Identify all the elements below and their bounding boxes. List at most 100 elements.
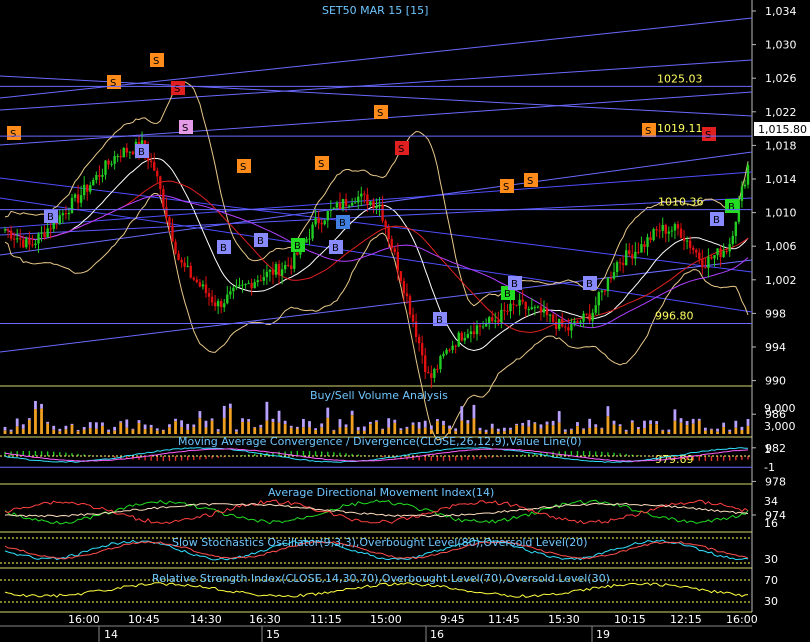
sell-signal: S bbox=[500, 179, 514, 193]
candle-body bbox=[95, 175, 98, 181]
candle-body bbox=[180, 259, 183, 263]
candle-body bbox=[609, 277, 613, 279]
candle-body bbox=[551, 314, 555, 322]
candle-body bbox=[624, 250, 628, 265]
volume-buy-bar bbox=[533, 423, 537, 434]
candle-body bbox=[433, 368, 436, 378]
price-tick-label: 998 bbox=[765, 307, 786, 320]
candle-body bbox=[314, 218, 317, 225]
volume-sell-bar bbox=[198, 411, 202, 419]
volume-buy-bar bbox=[295, 428, 299, 434]
volume-buy-bar bbox=[545, 424, 549, 434]
sell-signal: S bbox=[524, 173, 538, 187]
volume-buy-bar bbox=[302, 427, 305, 434]
date-tick: 19 bbox=[596, 628, 610, 641]
sell-signal: S bbox=[107, 75, 121, 89]
time-tick: 10:15 bbox=[614, 613, 646, 626]
volume-sell-bar bbox=[88, 422, 92, 429]
candle-body bbox=[350, 202, 354, 206]
volume-sell-bar bbox=[283, 420, 287, 425]
signal-letter: B bbox=[138, 147, 145, 158]
price-tick-label: 1,030 bbox=[765, 39, 797, 52]
last-price-tag: 1,015.80 bbox=[754, 122, 810, 136]
volume-buy-bar bbox=[88, 428, 92, 434]
candle-body bbox=[293, 252, 296, 269]
volume-sell-bar bbox=[338, 419, 342, 428]
volume-buy-bar bbox=[387, 427, 391, 434]
volume-sell-bar bbox=[222, 405, 226, 418]
volume-sell-bar bbox=[582, 428, 585, 430]
candle-body bbox=[159, 176, 162, 190]
volume-sell-bar bbox=[393, 419, 397, 423]
candle-body bbox=[472, 331, 476, 335]
volume-sell-bar bbox=[70, 423, 74, 426]
time-tick: 11:45 bbox=[488, 613, 520, 626]
volume-buy-bar bbox=[9, 431, 13, 434]
price-tick-label: 1,026 bbox=[765, 72, 797, 85]
volume-buy-bar bbox=[618, 426, 622, 434]
chart-stage[interactable]: 1,034 1,030 1,026 1,022 1,018 1,014 1,010 1,006… bbox=[0, 0, 810, 642]
volume-sell-bar bbox=[502, 427, 506, 432]
buy-signal: B bbox=[254, 233, 268, 247]
candle-body bbox=[533, 307, 537, 309]
candle-body bbox=[561, 318, 564, 327]
rsi-tick: 70 bbox=[764, 574, 778, 587]
candle-body bbox=[582, 313, 585, 322]
candle-body bbox=[375, 206, 378, 209]
candle-body bbox=[332, 207, 336, 210]
candle-body bbox=[628, 250, 631, 255]
candle-body bbox=[201, 284, 205, 287]
candle-body bbox=[710, 256, 713, 259]
volume-buy-bar bbox=[442, 425, 445, 434]
candle-body bbox=[34, 243, 37, 245]
volume-buy-bar bbox=[356, 430, 360, 434]
volume-buy-bar bbox=[101, 425, 104, 434]
buy-signal: B bbox=[291, 238, 305, 252]
candle-body bbox=[6, 229, 10, 231]
volume-buy-bar bbox=[40, 408, 43, 434]
candle-body bbox=[427, 372, 430, 374]
candle-body bbox=[372, 201, 375, 209]
volume-sell-bar bbox=[545, 421, 549, 425]
volume-sell-bar bbox=[624, 429, 628, 432]
volume-sell-bar bbox=[52, 425, 56, 430]
candle-body bbox=[567, 327, 570, 331]
volume-buy-bar bbox=[344, 427, 348, 434]
volume-buy-bar bbox=[369, 424, 372, 434]
candle-body bbox=[536, 306, 540, 308]
volume-buy-bar bbox=[612, 424, 616, 434]
volume-sell-bar bbox=[533, 422, 537, 424]
volume-sell-bar bbox=[636, 427, 640, 429]
volume-buy-bar bbox=[746, 425, 750, 434]
candle-body bbox=[189, 265, 192, 278]
candle-body bbox=[131, 151, 135, 155]
candle-body bbox=[652, 229, 655, 241]
candle-body bbox=[9, 230, 13, 239]
volume-sell-bar bbox=[216, 429, 220, 432]
candle-body bbox=[3, 229, 7, 231]
volume-sell-bar bbox=[423, 420, 427, 428]
candle-body bbox=[579, 321, 582, 323]
volume-buy-bar bbox=[399, 430, 403, 434]
volume-sell-bar bbox=[180, 420, 184, 427]
candle-body bbox=[79, 195, 83, 203]
volume-sell-bar bbox=[3, 426, 7, 431]
volume-buy-bar bbox=[624, 431, 628, 434]
signal-letter: B bbox=[728, 202, 735, 213]
candle-body bbox=[171, 225, 174, 242]
candle-body bbox=[259, 280, 262, 282]
volume-sell-bar bbox=[448, 425, 451, 429]
volume-buy-bar bbox=[149, 427, 153, 434]
sell-signal: S bbox=[171, 81, 185, 95]
volume-buy-bar bbox=[228, 408, 232, 434]
volume-sell-bar bbox=[387, 418, 391, 428]
candle-body bbox=[308, 238, 311, 240]
buy-signal: B bbox=[508, 276, 522, 290]
volume-buy-bar bbox=[429, 429, 433, 434]
volume-sell-bar bbox=[27, 418, 31, 420]
volume-buy-bar bbox=[515, 425, 518, 434]
volume-sell-bar bbox=[210, 418, 214, 421]
volume-sell-bar bbox=[174, 418, 177, 422]
sell-signal: S bbox=[237, 159, 251, 173]
volume-sell-bar bbox=[576, 422, 579, 427]
